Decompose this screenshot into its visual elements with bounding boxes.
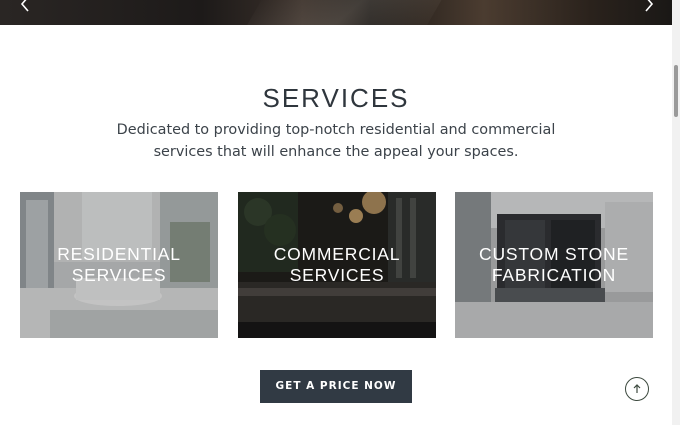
card-label: RESIDENTIAL SERVICES	[20, 244, 218, 286]
slider-prev-button[interactable]	[18, 0, 34, 12]
card-label-line: RESIDENTIAL	[57, 244, 181, 264]
chevron-left-icon	[20, 0, 29, 12]
arrow-up-icon	[633, 384, 641, 393]
page-scrollbar[interactable]	[672, 0, 680, 425]
section-description: Dedicated to providing top-notch residen…	[116, 122, 556, 160]
hero-slider	[0, 0, 672, 25]
scrollbar-thumb[interactable]	[674, 65, 678, 117]
card-label-line: COMMERCIAL	[273, 244, 401, 264]
service-card-commercial[interactable]: COMMERCIAL SERVICES	[238, 192, 436, 338]
card-label-line: SERVICES	[71, 265, 167, 285]
card-label: COMMERCIAL SERVICES	[238, 244, 436, 286]
section-title: SERVICES	[262, 83, 410, 113]
get-price-button[interactable]: GET A PRICE NOW	[260, 370, 412, 403]
chevron-right-icon	[645, 0, 654, 12]
card-label-line: FABRICATION	[491, 265, 617, 285]
back-to-top-button[interactable]	[625, 377, 649, 401]
card-label-line: SERVICES	[289, 265, 385, 285]
card-label-line: CUSTOM STONE	[479, 244, 629, 264]
slider-next-button[interactable]	[640, 0, 656, 12]
service-card-residential[interactable]: RESIDENTIAL SERVICES	[20, 192, 218, 338]
service-card-custom-stone[interactable]: CUSTOM STONE FABRICATION	[455, 192, 653, 338]
card-label: CUSTOM STONE FABRICATION	[455, 244, 653, 286]
